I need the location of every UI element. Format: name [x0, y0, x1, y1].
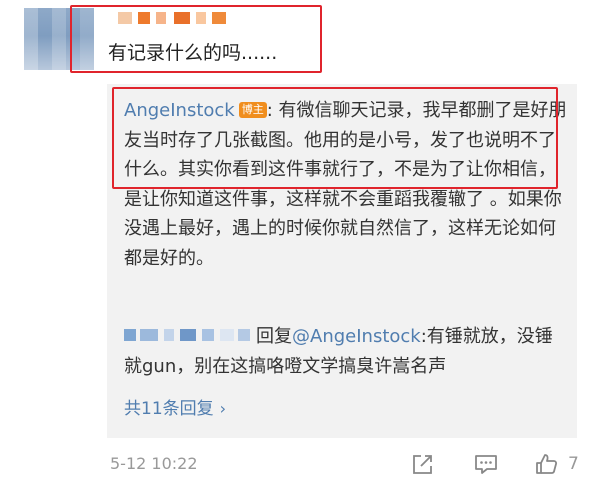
like-icon[interactable] [534, 452, 560, 476]
like-count: 7 [568, 454, 579, 474]
sub-reply-username-blurred[interactable] [124, 325, 256, 345]
comment-text: 有记录什么的吗...... [108, 42, 278, 64]
more-replies-link[interactable]: 共11条回复 › [124, 394, 226, 419]
timestamp: 5-12 10:22 [110, 454, 198, 473]
share-icon[interactable] [410, 452, 436, 476]
more-replies-label[interactable]: 共11条回复 [124, 399, 214, 419]
mention-link[interactable]: @AngeInstock [292, 326, 421, 347]
reply-highlight-box [112, 87, 558, 189]
comment-icon[interactable] [473, 452, 499, 476]
reply-word: 回复 [256, 326, 292, 347]
chevron-right-icon: › [219, 399, 227, 418]
sub-reply: 回复@AngeInstock:有锤就放，没锤就gun，别在这搞咯噔文学搞臭许嵩名… [124, 322, 568, 382]
